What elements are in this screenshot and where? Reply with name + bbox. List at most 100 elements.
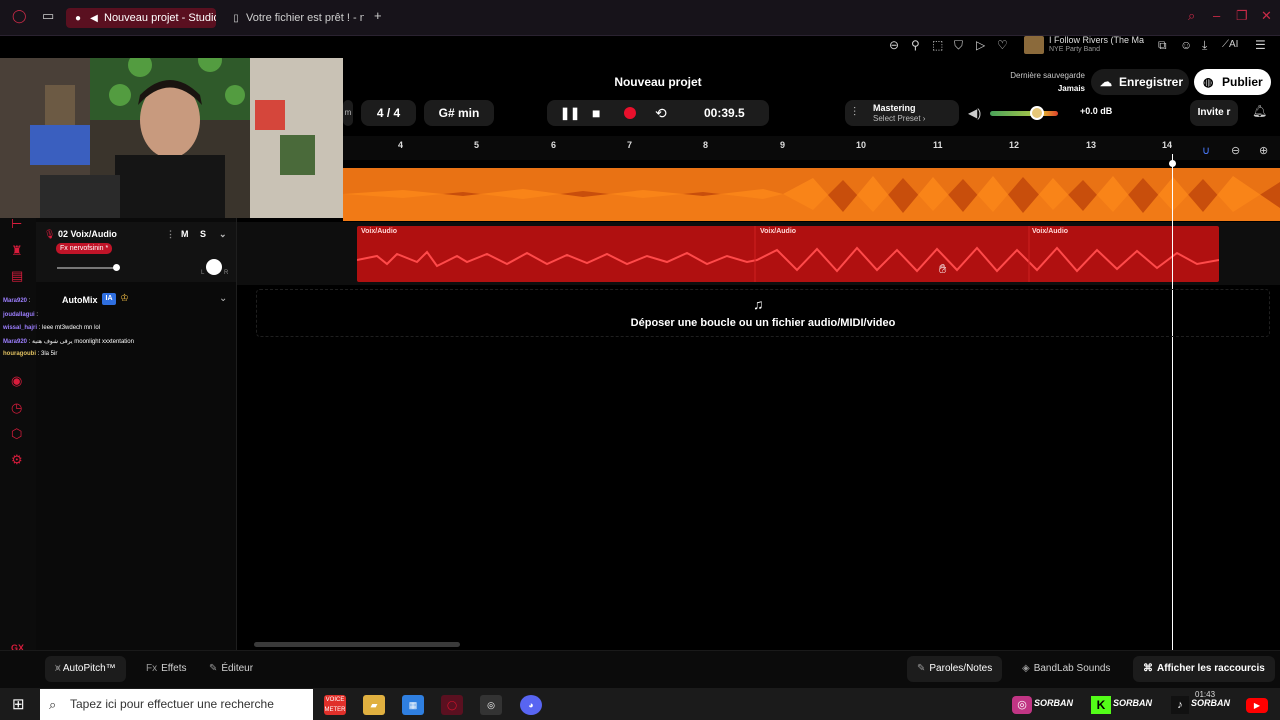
music-thumbnail[interactable] (1024, 36, 1044, 54)
new-tab-icon[interactable]: + (374, 8, 382, 23)
opera-taskbar-icon[interactable]: ◯ (441, 695, 463, 715)
lyrics-button[interactable]: ✎ Paroles/Notes (907, 656, 1003, 682)
zoom-out-icon[interactable]: ⊖ (889, 38, 899, 52)
voicemeeter-icon[interactable]: VOICE METER (324, 695, 346, 715)
chevron-down-icon[interactable]: ⌄ (219, 229, 227, 240)
tab-label: Nouveau projet - Studio (104, 12, 216, 24)
mastering-title: Mastering (873, 103, 916, 113)
search-icon[interactable]: ⌕ (1188, 8, 1195, 24)
pan-left-label: L (201, 270, 205, 276)
stop-icon[interactable]: ■ (592, 100, 600, 126)
chat-line: Mara920 : يرقى شوف هتية moonlight xxxten… (3, 338, 134, 345)
file-explorer-icon[interactable]: ▰ (363, 695, 385, 715)
loop-icon[interactable]: ⟲ (655, 100, 667, 126)
playhead-handle[interactable] (1169, 160, 1176, 167)
maximize-icon[interactable]: ❐ (1236, 8, 1248, 24)
autopitch-button[interactable]: ⩙ AutoPitch™ (45, 656, 126, 682)
editor-label: Éditeur (221, 663, 254, 674)
taskbar-search[interactable]: ⌕ Tapez ici pour effectuer une recherche (40, 689, 313, 720)
opera-logo-icon[interactable]: ◯ (12, 8, 27, 24)
zoom-out-timeline-icon[interactable]: ⊖ (1231, 144, 1240, 157)
volume-icon[interactable]: ◀) (968, 106, 981, 120)
clip-label: Voix/Audio (1032, 228, 1069, 235)
editor-button[interactable]: ✎ Éditeur (209, 663, 253, 674)
extensions-icon[interactable]: ⧉ (1158, 38, 1167, 53)
obs-icon[interactable]: ◎ (480, 695, 502, 715)
shortcuts-button[interactable]: ⌘ Afficher les raccourcis (1133, 656, 1275, 682)
music-title[interactable]: I Follow Rivers (The Ma (1049, 35, 1144, 45)
tab-file-ready[interactable]: ▯ Votre fichier est prêt ! - no (224, 8, 364, 28)
menu-icon[interactable]: ☰ (1255, 38, 1266, 52)
heart-icon[interactable]: ♡ (997, 38, 1008, 52)
horizontal-scrollbar[interactable] (254, 642, 460, 647)
shield-icon[interactable]: ⛉ (954, 38, 963, 53)
ruler-mark: 4 (398, 140, 404, 150)
solo-button[interactable]: S (200, 229, 206, 239)
track-volume-slider[interactable] (57, 267, 117, 269)
tab-studio[interactable]: ● ◀ Nouveau projet - Studio (66, 8, 216, 28)
sidebar-history-icon[interactable]: ◷ (11, 400, 22, 416)
ruler-mark: 5 (474, 140, 480, 150)
sidebar-extensions-icon[interactable]: ⬡ (11, 426, 22, 442)
sidebar-mixer-icon[interactable]: ⊢ (11, 216, 22, 232)
discord-icon[interactable]: ◕ (520, 695, 542, 715)
key-selector[interactable]: G# min (424, 100, 494, 126)
track-name[interactable]: 02 Voix/Audio (58, 229, 117, 239)
invite-button[interactable]: Invite r (1190, 100, 1238, 126)
track-fx-badge[interactable]: Fx nervofsinin * (56, 243, 113, 254)
close-icon[interactable]: ✕ (1261, 8, 1272, 24)
chat-user: joudallagui (3, 312, 35, 318)
pin-icon[interactable]: ⚲ (911, 38, 920, 52)
automix-chevron-icon[interactable]: ⌄ (219, 293, 227, 304)
record-icon[interactable] (624, 107, 636, 119)
master-volume-knob[interactable] (1030, 106, 1044, 120)
speaker-icon[interactable]: ◀ (88, 9, 100, 28)
sidebar-settings-icon[interactable]: ⚙ (11, 452, 23, 468)
pan-knob[interactable] (206, 259, 222, 275)
chat-line: houragoubi : 3la 5ir (3, 351, 57, 357)
ruler-mark: 13 (1086, 140, 1097, 150)
zoom-in-timeline-icon[interactable]: ⊕ (1259, 144, 1268, 157)
mute-button[interactable]: M (181, 229, 189, 239)
automix-label[interactable]: AutoMix (62, 295, 98, 305)
sidebar-instruments-icon[interactable]: ♜ (11, 243, 23, 259)
sidebar-pad-icon[interactable]: ▤ (11, 268, 23, 284)
track-volume-knob[interactable] (113, 264, 120, 271)
master-volume-slider[interactable] (990, 111, 1058, 116)
taskbar-clock: 01:43 (1195, 690, 1216, 699)
bell-icon[interactable]: 🔔︎ (1252, 104, 1267, 118)
pause-icon[interactable]: ❚❚ (560, 100, 580, 126)
effects-button[interactable]: Fx Effets (146, 663, 187, 674)
autopitch-label: AutoPitch™ (62, 663, 116, 674)
profile-icon[interactable]: ☺ (1180, 38, 1192, 52)
time-signature[interactable]: 4 / 4 (361, 100, 416, 126)
publish-label: Publier (1222, 75, 1263, 89)
tab-list-icon[interactable]: ▭ (42, 8, 54, 24)
sounds-label: BandLab Sounds (1033, 663, 1111, 674)
snapshot-icon[interactable]: ⬚ (932, 38, 943, 52)
magnet-icon[interactable]: ∪ (1202, 144, 1210, 157)
clip-label: Voix/Audio (361, 228, 398, 235)
more-icon[interactable]: ⋮ (166, 229, 175, 240)
ai-button[interactable]: ⟋AI (1222, 39, 1238, 50)
save-button[interactable]: ☁ Enregistrer (1091, 69, 1189, 95)
timeline-ruler[interactable]: 4 5 6 7 8 9 10 11 12 13 14 (343, 136, 1280, 160)
bandlab-sounds-button[interactable]: ◈ BandLab Sounds (1022, 663, 1110, 674)
store-icon[interactable]: ▦ (402, 695, 424, 715)
windows-start-icon[interactable]: ⊞ (12, 695, 25, 713)
last-save-value: Jamais (1057, 84, 1085, 93)
master-waveform (343, 168, 1280, 221)
track-title: Voix/Audio (70, 229, 117, 239)
publish-button[interactable]: ◍ Publier (1194, 69, 1271, 95)
playhead[interactable] (1172, 154, 1173, 650)
minimize-icon[interactable]: – (1213, 8, 1220, 23)
ruler-mark: 6 (551, 140, 557, 150)
play-icon[interactable]: ▷ (976, 38, 985, 52)
mastering-button[interactable]: ⫶ Mastering Select Preset › (845, 100, 959, 126)
save-label: Enregistrer (1119, 75, 1184, 89)
download-icon[interactable]: ⤓ (1202, 38, 1207, 53)
chat-line: joudallagui : (3, 312, 38, 318)
chat-user: wissal_hajri (3, 325, 38, 331)
bpm-field[interactable]: m (343, 100, 353, 126)
sidebar-record-icon[interactable]: ◉ (11, 373, 22, 389)
